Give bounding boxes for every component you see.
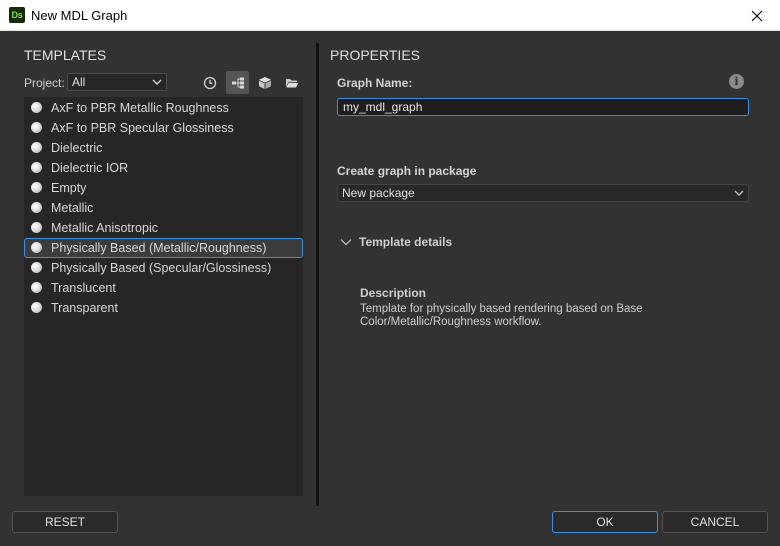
package-dropdown-value: New package	[342, 186, 415, 200]
graph-name-label: Graph Name:	[337, 76, 413, 90]
chevron-down-icon	[340, 239, 352, 246]
template-item[interactable]: Dielectric	[24, 138, 303, 158]
project-dropdown-value: All	[72, 75, 86, 89]
template-details-toggle[interactable]: Template details	[340, 235, 452, 249]
template-item-label: AxF to PBR Metallic Roughness	[51, 101, 229, 115]
template-item-label: Empty	[51, 181, 87, 195]
close-button[interactable]	[734, 0, 780, 31]
properties-title: PROPERTIES	[330, 47, 420, 63]
sphere-icon	[31, 162, 42, 173]
template-details-label: Template details	[359, 235, 453, 249]
chevron-down-icon	[734, 190, 744, 196]
sphere-icon	[31, 182, 42, 193]
sphere-icon	[31, 142, 42, 153]
template-item-label: Dielectric	[51, 141, 103, 155]
title-bar: Ds New MDL Graph	[0, 0, 780, 31]
template-item[interactable]: Physically Based (Specular/Glossiness)	[24, 258, 303, 278]
template-item-label: Physically Based (Specular/Glossiness)	[51, 261, 272, 275]
folder-icon	[285, 78, 298, 87]
sphere-icon	[31, 202, 42, 213]
description-text: Template for physically based rendering …	[360, 303, 643, 328]
app-logo: Ds	[9, 7, 25, 23]
chevron-down-icon	[152, 79, 162, 85]
project-label: Project:	[24, 76, 65, 90]
clock-icon	[203, 76, 216, 89]
graph-templates-filter-button[interactable]	[226, 71, 249, 94]
close-icon	[751, 10, 763, 21]
graph-name-input[interactable]	[337, 98, 749, 116]
template-item[interactable]: Metallic Anisotropic	[24, 218, 303, 238]
sphere-icon	[31, 222, 42, 233]
template-item-label: Transparent	[51, 301, 118, 315]
window-title: New MDL Graph	[31, 8, 128, 23]
template-item[interactable]: AxF to PBR Specular Glossiness	[24, 118, 303, 138]
template-item-label: Translucent	[51, 281, 116, 295]
package-icon	[258, 76, 271, 89]
template-item-label: Dielectric IOR	[51, 161, 129, 175]
template-item-label: AxF to PBR Specular Glossiness	[51, 121, 234, 135]
project-dropdown[interactable]: All	[67, 73, 167, 91]
package-filter-button[interactable]	[253, 71, 276, 94]
template-item-label: Metallic Anisotropic	[51, 221, 158, 235]
sphere-icon	[31, 122, 42, 133]
template-item-label: Physically Based (Metallic/Roughness)	[51, 241, 267, 255]
sphere-icon	[31, 282, 42, 293]
panel-splitter[interactable]	[316, 43, 319, 506]
template-list[interactable]: AxF to PBR Metallic Roughness AxF to PBR…	[24, 97, 303, 496]
template-item-selected[interactable]: Physically Based (Metallic/Roughness)	[24, 238, 303, 258]
sphere-icon	[31, 102, 42, 113]
template-item[interactable]: Dielectric IOR	[24, 158, 303, 178]
folder-filter-button[interactable]	[280, 71, 303, 94]
cancel-button[interactable]: CANCEL	[662, 511, 768, 533]
template-item[interactable]: AxF to PBR Metallic Roughness	[24, 98, 303, 118]
template-item[interactable]: Transparent	[24, 298, 303, 318]
template-item[interactable]: Metallic	[24, 198, 303, 218]
ok-button[interactable]: OK	[552, 511, 658, 533]
sphere-icon	[31, 262, 42, 273]
reset-button[interactable]: RESET	[12, 511, 118, 533]
template-item-label: Metallic	[51, 201, 94, 215]
templates-title: TEMPLATES	[24, 47, 107, 63]
graph-nodes-icon	[231, 77, 244, 88]
package-label: Create graph in package	[337, 164, 477, 178]
template-item[interactable]: Empty	[24, 178, 303, 198]
recent-filter-button[interactable]	[198, 71, 221, 94]
info-icon[interactable]: i	[729, 74, 744, 89]
sphere-icon	[31, 302, 42, 313]
template-item[interactable]: Translucent	[24, 278, 303, 298]
sphere-icon	[31, 242, 42, 253]
description-heading: Description	[360, 286, 427, 300]
package-dropdown[interactable]: New package	[337, 184, 749, 202]
